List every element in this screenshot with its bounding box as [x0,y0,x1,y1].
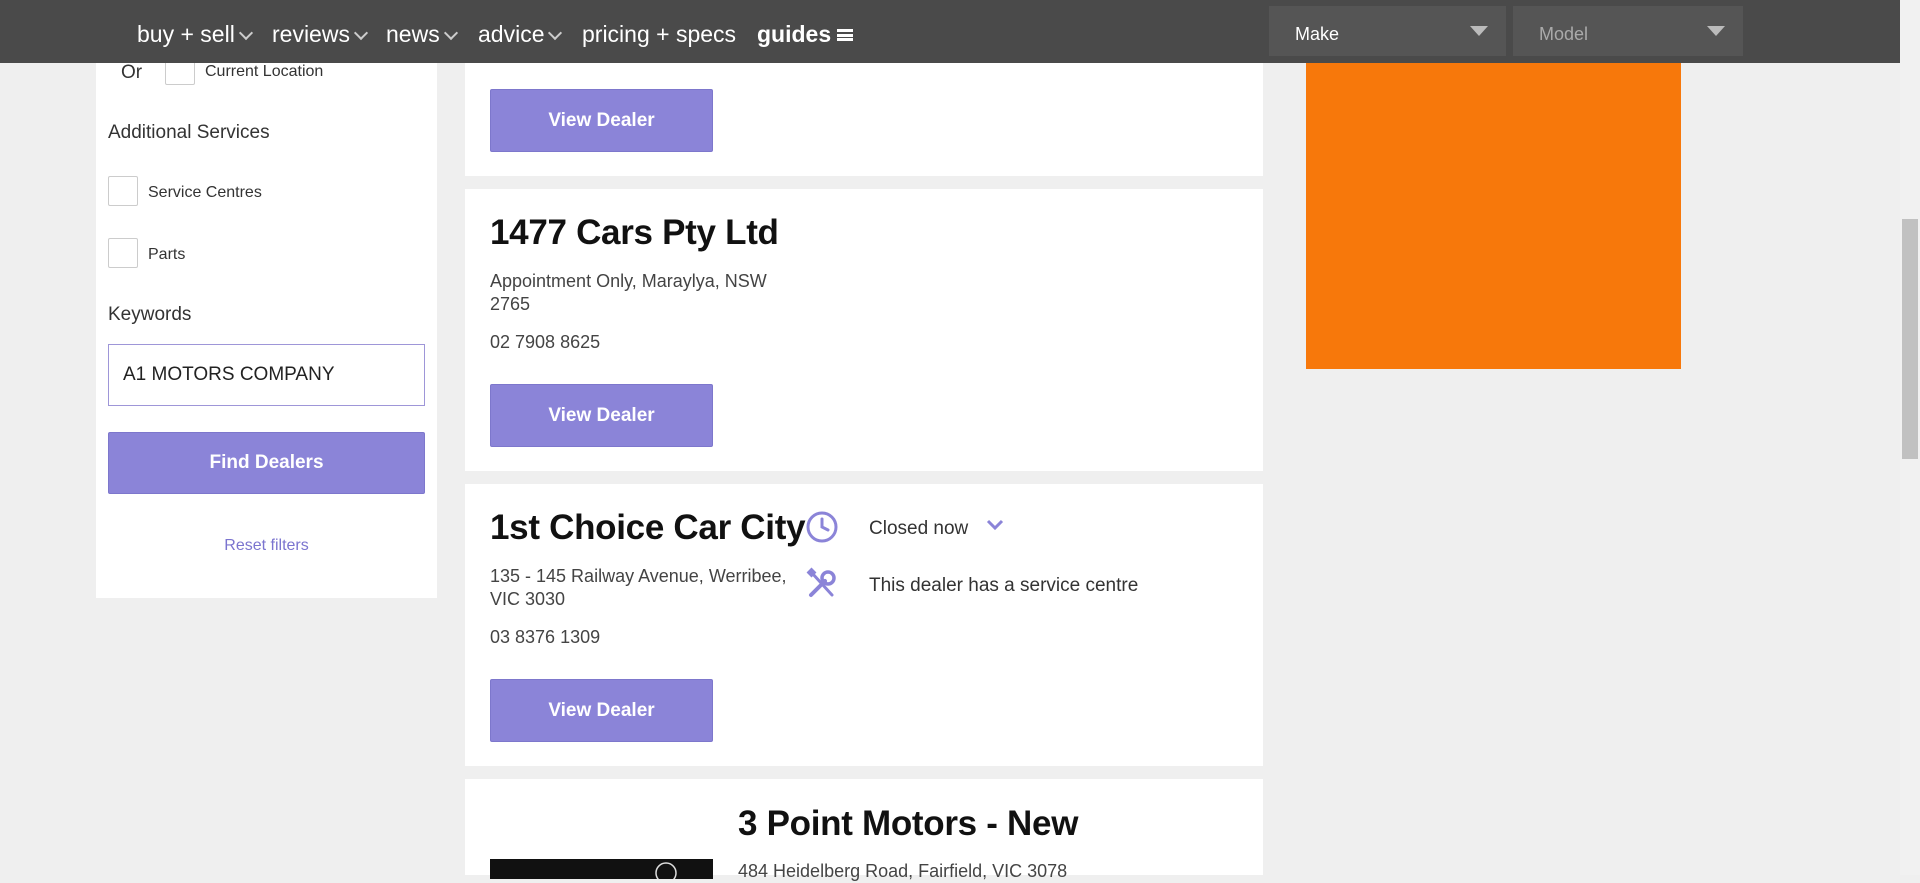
hamburger-icon [837,29,854,41]
dealer-card: 1477 Cars Pty Ltd Appointment Only, Mara… [465,189,1263,471]
nav-advice-label: advice [478,21,545,47]
nav-pricing-specs-label: pricing + specs [582,21,737,47]
view-dealer-button-label: View Dealer [548,404,655,426]
dealer-name[interactable]: 3 Point Motors - New [738,804,1078,844]
chevron-down-icon [548,25,563,41]
brand-logo-icon [655,862,677,879]
dealer-card: 1st Choice Car City 135 - 145 Railway Av… [465,484,1263,766]
dealer-card: View Dealer [465,63,1263,176]
keywords-heading: Keywords [108,304,192,325]
nav-guides-label: guides [757,21,832,47]
view-dealer-button[interactable]: View Dealer [490,89,713,152]
reset-filters-link[interactable]: Reset filters [96,537,437,555]
additional-services-heading: Additional Services [108,122,270,143]
dealer-logo-image[interactable] [490,859,713,879]
make-select-label: Make [1295,24,1340,44]
view-dealer-button-label: View Dealer [548,699,655,721]
page-scrollbar[interactable] [1900,0,1920,875]
model-select-label: Model [1539,24,1589,44]
view-dealer-button[interactable]: View Dealer [490,679,713,742]
top-navigation-bar: buy + sell reviews news advice pricing +… [0,0,1900,63]
dealer-card: 3 Point Motors - New 484 Heidelberg Road… [465,779,1263,881]
dealer-name[interactable]: 1st Choice Car City [490,508,806,548]
advertisement-banner[interactable] [1306,63,1681,369]
keywords-input[interactable] [108,344,425,406]
nav-news-label: news [386,21,440,47]
parts-label: Parts [148,246,186,263]
clock-icon [806,511,838,543]
or-label: Or [121,62,143,83]
nav-advice[interactable]: advice [478,20,563,48]
chevron-down-icon [238,25,253,41]
find-dealers-button[interactable]: Find Dealers [108,432,425,494]
parts-checkbox[interactable] [108,238,138,268]
nav-news[interactable]: news [386,20,458,48]
scrollbar-thumb[interactable] [1902,219,1918,459]
dealer-address: 135 - 145 Railway Avenue, Werribee, VIC … [490,566,787,609]
nav-reviews-label: reviews [272,21,350,47]
filter-sidebar: Or Current Location Additional Services … [96,55,437,598]
hours-status: Closed now [869,518,969,539]
view-dealer-button-label: View Dealer [548,109,655,131]
nav-reviews[interactable]: reviews [272,20,369,48]
find-dealers-button-label: Find Dealers [209,452,324,473]
service-centre-note: This dealer has a service centre [869,575,1139,596]
chevron-down-icon [353,25,369,41]
current-location-label: Current Location [205,63,324,80]
view-dealer-button[interactable]: View Dealer [490,384,713,447]
wrench-screwdriver-icon [806,567,836,597]
model-select[interactable]: Model [1513,6,1743,56]
nav-pricing-specs[interactable]: pricing + specs [582,20,736,48]
nav-buy-sell-label: buy + sell [137,21,235,47]
chevron-down-icon [443,25,458,41]
dealer-address: Appointment Only, Maraylya, NSW 2765 [490,271,767,314]
dealer-phone[interactable]: 02 7908 8625 [490,332,600,353]
nav-buy-sell[interactable]: buy + sell [137,20,253,48]
dropdown-arrow-icon [1470,26,1488,36]
chevron-down-icon[interactable] [986,518,1004,532]
dealer-address: 484 Heidelberg Road, Fairfield, VIC 3078 [738,861,1068,881]
service-centres-label: Service Centres [148,184,262,201]
dropdown-arrow-icon [1707,26,1725,36]
nav-guides[interactable]: guides [757,20,854,48]
service-centres-checkbox[interactable] [108,176,138,206]
dealer-name[interactable]: 1477 Cars Pty Ltd [490,213,779,253]
make-select[interactable]: Make [1269,6,1506,56]
dealer-phone[interactable]: 03 8376 1309 [490,627,600,648]
